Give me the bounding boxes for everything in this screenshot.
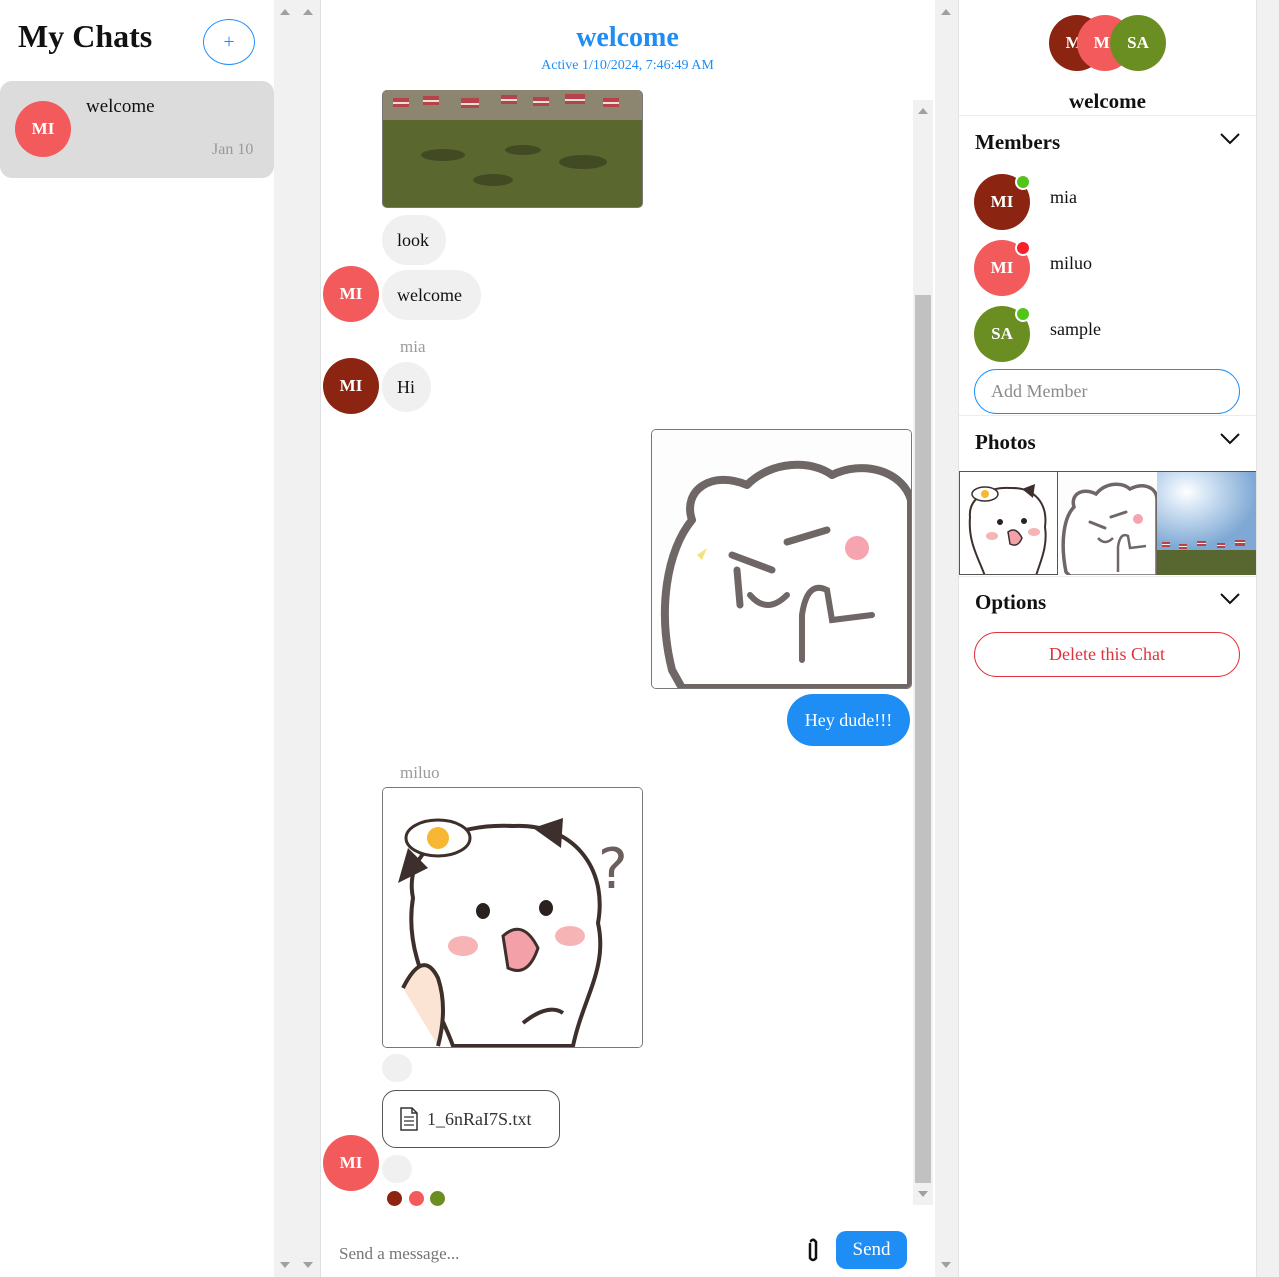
avatar: MI [323,358,379,414]
header-avatar: SA [1110,15,1166,71]
avatar: MI [15,101,71,157]
member-name: mia [1050,187,1077,207]
sender-name: miluo [400,763,440,782]
message-image-flags[interactable] [382,90,643,208]
scroll-up-arrow-icon[interactable] [303,9,313,15]
bear-thumbnail-image [1058,472,1157,575]
scroll-down-arrow-icon[interactable] [280,1262,290,1268]
divider [959,576,1256,577]
options-section-title: Options [975,590,1047,614]
chat-list-pane: My Chats + MI welcome Jan 10 [0,0,274,1277]
members-section-title: Members [975,130,1061,154]
cat-sticker-image: ? [383,788,642,1047]
flags-field-photo [383,90,642,207]
member-name: sample [1050,319,1101,339]
avatar: MI [323,266,379,322]
read-receipt-avatar [430,1191,445,1206]
chevron-down-icon[interactable] [1219,432,1241,451]
cat-thumbnail-image [960,472,1057,574]
message-bubble-outgoing: Hey dude!!! [787,694,910,746]
member-name: miluo [1050,253,1093,273]
details-chat-title: welcome [1069,89,1146,113]
divider [959,415,1256,416]
scroll-up-arrow-icon[interactable] [918,108,928,114]
file-icon [400,1107,418,1131]
offline-status-dot [1015,240,1031,256]
add-member-input[interactable] [974,369,1240,414]
new-chat-button[interactable]: + [203,19,255,65]
member-row[interactable]: SA sample [974,306,1240,364]
online-status-dot [1015,174,1031,190]
details-scrollbar[interactable] [1256,0,1279,1277]
chevron-down-icon[interactable] [1219,132,1241,151]
message-bubble-empty [382,1054,412,1082]
scroll-up-arrow-icon[interactable] [280,9,290,15]
member-row[interactable]: MI miluo [974,240,1240,298]
scroll-up-arrow-icon[interactable] [941,9,951,15]
read-receipt-avatar [409,1191,424,1206]
scroll-down-arrow-icon[interactable] [918,1191,928,1197]
message-bubble: welcome [382,270,481,320]
online-status-dot [1015,306,1031,322]
chat-list-item[interactable]: MI welcome Jan 10 [0,81,274,178]
sender-name: mia [400,337,426,356]
chat-list-title: My Chats [18,18,153,54]
file-name: 1_6nRaI7S.txt [427,1108,532,1129]
message-image-sticker[interactable] [651,429,912,689]
message-input[interactable] [337,1235,801,1273]
chat-title: welcome [576,22,679,53]
chat-list-item-title: welcome [86,96,155,117]
pane-scrollbar[interactable] [297,0,321,1277]
photo-thumbnail[interactable] [1157,471,1256,575]
send-button[interactable]: Send [836,1231,907,1269]
attach-icon[interactable] [806,1238,820,1264]
delete-chat-button[interactable]: Delete this Chat [974,632,1240,677]
flags-thumbnail-image [1157,472,1256,575]
member-row[interactable]: MI mia [974,174,1240,232]
scrollbar-thumb[interactable] [915,295,931,1183]
chat-list-scrollbar[interactable] [274,0,297,1277]
scroll-down-arrow-icon[interactable] [941,1262,951,1268]
message-bubble: look [382,215,446,265]
chat-status: Active 1/10/2024, 7:46:49 AM [541,58,714,73]
photo-thumbnail[interactable] [1058,471,1157,575]
message-image-cat[interactable]: ? [382,787,643,1048]
pane-scrollbar[interactable] [935,0,958,1277]
photo-thumbnail[interactable] [959,471,1058,575]
message-bubble-empty [382,1155,412,1183]
bear-sticker-image [652,430,911,688]
photos-section-title: Photos [975,430,1036,454]
chat-list-item-date: Jan 10 [212,141,254,158]
file-attachment[interactable]: 1_6nRaI7S.txt [382,1090,560,1148]
read-receipt-avatar [387,1191,402,1206]
message-bubble: Hi [382,362,431,412]
chevron-down-icon[interactable] [1219,592,1241,611]
chat-feed-scrollbar[interactable] [913,100,933,1205]
avatar: MI [323,1135,379,1191]
divider [959,115,1256,116]
scroll-down-arrow-icon[interactable] [303,1262,313,1268]
svg-text:?: ? [598,837,628,902]
